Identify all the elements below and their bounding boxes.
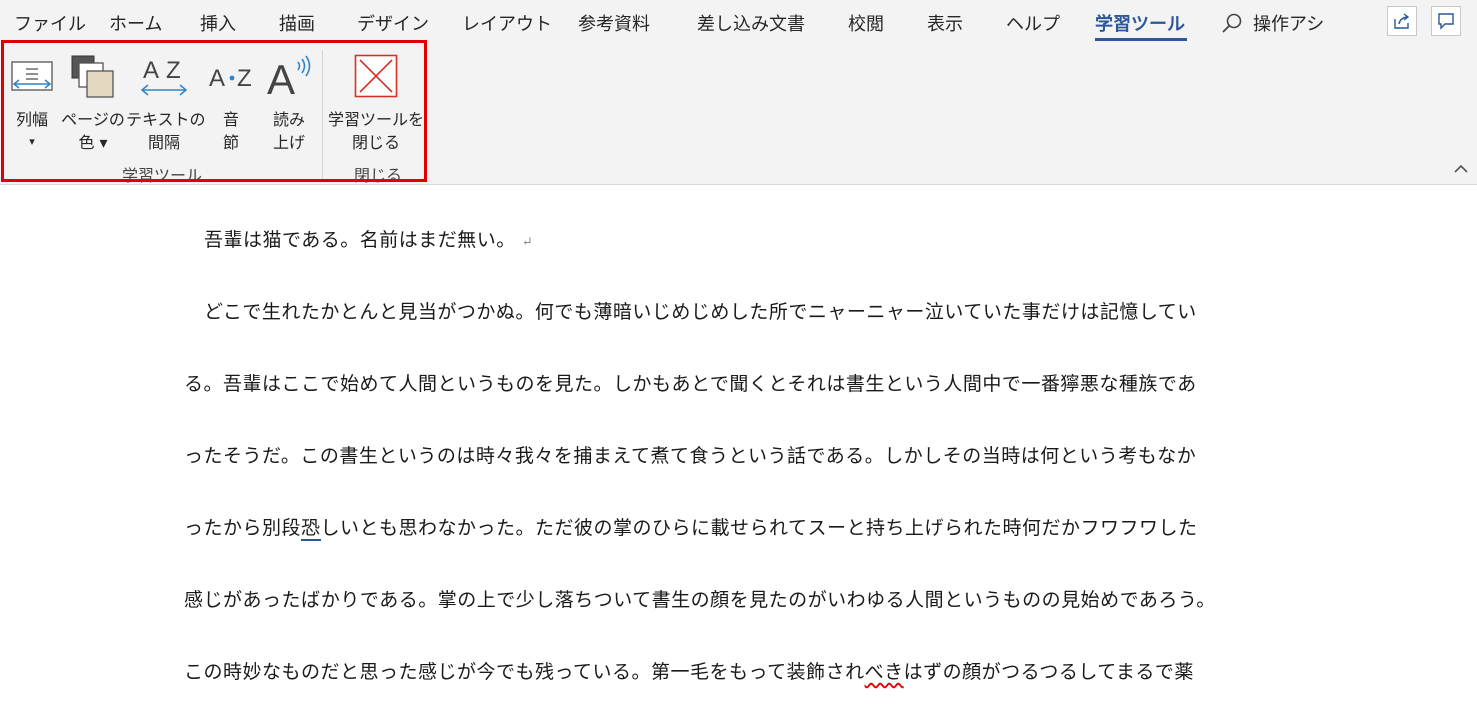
document-line-3: る。吾輩はここで始めて人間というものを見た。しかもあとで聞くとそれは書生という人… [184,373,1197,395]
collapse-ribbon-icon[interactable] [1452,162,1470,176]
document-line-4: ったそうだ。この書生というのは時々我々を捕まえて煮て食うという話である。しかしそ… [184,445,1197,467]
tab-references[interactable]: 参考資料 [578,10,650,36]
paragraph-mark: ↵ [521,235,534,250]
comments-button[interactable] [1431,6,1461,36]
tab-layout[interactable]: レイアウト [462,10,552,36]
line-7-text-a: この時妙なものだと思った感じが今でも残っている。第一毛をもって装飾され [184,661,865,683]
tab-review[interactable]: 校閲 [848,10,884,36]
tab-help[interactable]: ヘルプ [1006,10,1060,36]
share-icon [1394,13,1410,29]
document-line-2: どこで生れたかとんと見当がつかぬ。何でも薄暗いじめじめした所でニャーニャー泣いて… [204,301,1197,323]
search-icon[interactable] [1220,12,1244,36]
document-line-6: 感じがあったばかりである。掌の上で少し落ちついて書生の顔を見たのがいわゆる人間と… [184,589,1216,611]
line-7-text-c: はずの顔がつるつるしてまるで薬 [903,661,1194,683]
spelling-flag-word[interactable]: べき [865,661,904,683]
tab-mailings[interactable]: 差し込み文書 [697,10,805,36]
share-button[interactable] [1387,6,1417,36]
tab-insert[interactable]: 挿入 [200,10,236,36]
document-page[interactable]: 吾輩は猫である。名前はまだ無い。 ↵ どこで生れたかとんと見当がつかぬ。何でも薄暗… [0,185,1477,718]
document-line-1: 吾輩は猫である。名前はまだ無い。 ↵ [204,225,533,252]
tell-me-search[interactable]: 操作アシ [1253,10,1325,36]
ribbon-tab-bar: ファイル ホーム 挿入 描画 デザイン レイアウト 参考資料 差し込み文書 校閲… [0,0,1477,44]
tab-view[interactable]: 表示 [927,10,963,36]
tab-learning-tools[interactable]: 学習ツール [1095,10,1185,36]
document-line-5: ったから別段恐しいとも思わなかった。ただ彼の掌のひらに載せられてスーと持ち上げら… [184,513,1198,541]
tab-design[interactable]: デザイン [357,10,429,36]
line-5-text-a: ったから別段 [184,517,302,539]
tab-home[interactable]: ホーム [109,10,162,36]
tab-file[interactable]: ファイル [14,10,86,36]
grammar-flag-word[interactable]: 恐 [301,517,321,541]
active-tab-indicator [1095,38,1187,41]
line-5-text-c: しいとも思わなかった。ただ彼の掌のひらに載せられてスーと持ち上げられた時何だかフ… [320,517,1198,539]
annotation-highlight-box [1,40,427,182]
comments-icon [1438,13,1454,30]
tab-draw[interactable]: 描画 [279,10,315,36]
line-1-text: 吾輩は猫である。名前はまだ無い。 [204,229,516,251]
document-line-7: この時妙なものだと思った感じが今でも残っている。第一毛をもって装飾されべきはずの… [184,657,1194,684]
